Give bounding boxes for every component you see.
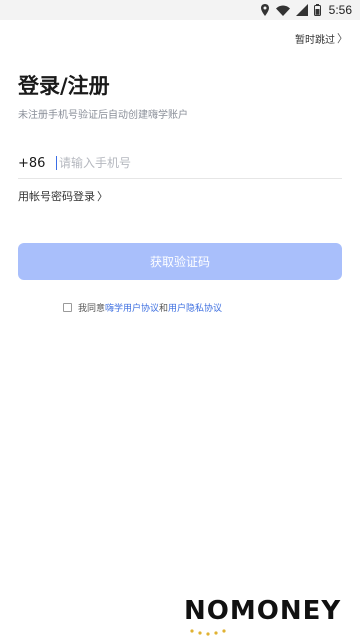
agreement-connector: 和 xyxy=(159,304,169,314)
get-code-button[interactable]: 获取验证码 xyxy=(18,243,342,280)
page-subtitle: 未注册手机号验证后自动创建嗨学账户 xyxy=(18,110,188,121)
location-icon xyxy=(260,4,270,16)
agreement-checkbox[interactable] xyxy=(63,303,72,312)
status-time: 5:56 xyxy=(328,3,352,17)
agreement-text: 我同意嗨学用户协议和用户隐私协议 xyxy=(78,301,222,314)
chevron-right-icon: 〉 xyxy=(337,32,348,45)
watermark-text: NOMONEY xyxy=(184,596,342,626)
country-code[interactable]: +86 xyxy=(18,156,56,171)
privacy-policy-link[interactable]: 用户隐私协议 xyxy=(168,304,222,314)
battery-icon xyxy=(313,4,321,16)
phone-row: +86 xyxy=(18,148,342,179)
watermark-stars-icon xyxy=(190,629,226,636)
chevron-right-icon: 〉 xyxy=(97,190,108,203)
agreement-row: 我同意嗨学用户协议和用户隐私协议 xyxy=(63,301,222,314)
password-login-link[interactable]: 用帐号密码登录 〉 xyxy=(18,188,108,204)
status-icons: 5:56 xyxy=(260,3,352,17)
skip-label: 暂时跳过 xyxy=(295,34,335,46)
signal-icon xyxy=(295,4,308,16)
agreement-prefix: 我同意 xyxy=(78,304,106,314)
status-bar: 5:56 xyxy=(0,0,360,20)
watermark-logo: NOMONEY xyxy=(184,596,344,640)
skip-button[interactable]: 暂时跳过 〉 xyxy=(295,30,348,46)
phone-input[interactable] xyxy=(59,156,342,170)
wifi-icon xyxy=(275,5,290,16)
user-agreement-link[interactable]: 嗨学用户协议 xyxy=(105,304,159,314)
password-login-label: 用帐号密码登录 xyxy=(18,190,95,203)
text-caret xyxy=(56,156,57,170)
page-title: 登录/注册 xyxy=(18,74,110,98)
